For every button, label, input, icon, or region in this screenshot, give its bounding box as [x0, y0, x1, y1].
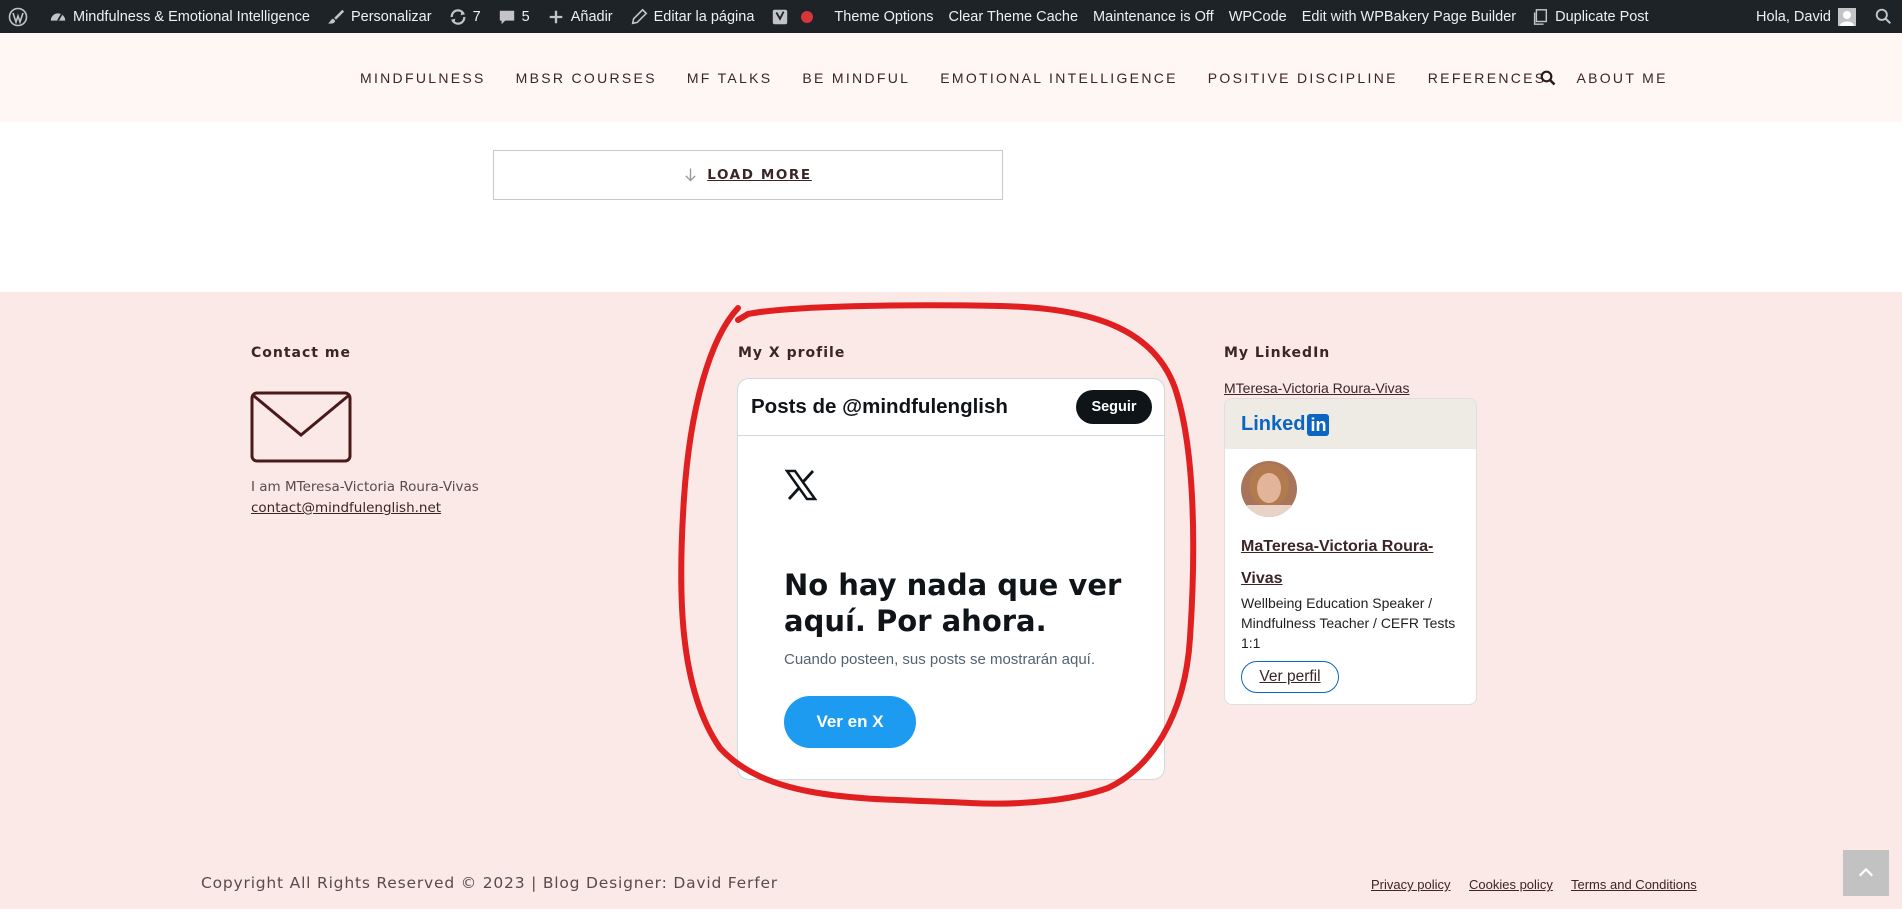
linkedin-avatar[interactable] [1241, 461, 1297, 517]
cookies-policy-link[interactable]: Cookies policy [1469, 877, 1553, 892]
duplicate-post-menu[interactable]: Duplicate Post [1523, 0, 1656, 33]
x-empty-subtitle: Cuando posteen, sus posts se mostrarán a… [784, 651, 1096, 668]
seo-menu[interactable] [761, 0, 820, 33]
linkedin-logo: Linked in [1241, 413, 1330, 436]
nav-item-about-me[interactable]: ABOUT ME [1576, 70, 1667, 86]
greeting: Hola, David [1756, 8, 1831, 25]
updates-count: 7 [472, 8, 481, 25]
view-profile-button[interactable]: Ver perfil [1241, 661, 1339, 693]
mail-icon [250, 391, 352, 463]
theme-options-label: Theme Options [834, 8, 934, 25]
nav-item-emotional-intelligence[interactable]: EMOTIONAL INTELLIGENCE [940, 70, 1178, 86]
linkedin-description: Wellbeing Education Speaker / Mindfulnes… [1241, 595, 1456, 651]
comment-icon [499, 10, 514, 24]
load-more-label: LOAD MORE [707, 167, 812, 183]
nav-item-mf-talks[interactable]: MF TALKS [687, 70, 773, 86]
nav-item-positive-discipline[interactable]: POSITIVE DISCIPLINE [1208, 70, 1398, 86]
customize-label: Personalizar [350, 8, 432, 25]
site-name-menu[interactable]: Mindfulness & Emotional Intelligence [35, 0, 317, 33]
edit-page-menu[interactable]: Editar la página [620, 0, 762, 33]
nav-search-button[interactable] [1540, 70, 1556, 90]
user-avatar-icon [1838, 7, 1856, 26]
yoast-icon [773, 9, 788, 24]
duplicate-icon [1533, 8, 1548, 25]
theme-options-menu[interactable]: Theme Options [820, 0, 940, 33]
copyright-text: Copyright All Rights Reserved © 2023 | B… [201, 874, 778, 892]
view-on-x-button[interactable]: Ver en X [784, 696, 916, 748]
arrow-up-icon [1858, 867, 1874, 877]
plus-icon [549, 10, 563, 23]
wpcode-label: WPCode [1228, 8, 1287, 25]
comments-menu[interactable]: 5 [488, 0, 537, 33]
search-icon [1540, 70, 1556, 86]
nav-item-references[interactable]: REFERENCES [1428, 70, 1547, 86]
main-navigation: MINDFULNESS MBSR COURSES MF TALKS BE MIN… [0, 33, 1902, 122]
linkedin-name-link[interactable]: MTeresa-Victoria Roura-Vivas [1224, 380, 1409, 396]
search-icon [1875, 8, 1892, 25]
terms-link[interactable]: Terms and Conditions [1571, 877, 1697, 892]
x-timeline-widget: Posts de @mindfulenglish Seguir No hay n… [737, 378, 1165, 780]
maintenance-menu[interactable]: Maintenance is Off [1085, 0, 1221, 33]
x-profile-title: My X profile [738, 345, 846, 361]
load-more-button[interactable]: LOAD MORE [493, 150, 1003, 200]
linkedin-title: My LinkedIn [1224, 345, 1331, 361]
maintenance-label: Maintenance is Off [1093, 8, 1214, 25]
wpcode-menu[interactable]: WPCode [1221, 0, 1294, 33]
linkedin-logo-text: Linked [1241, 413, 1306, 435]
nav-item-mbsr-courses[interactable]: MBSR COURSES [516, 70, 657, 86]
linkedin-in-mark: in [1307, 413, 1330, 436]
x-empty-title: No hay nada que ver aquí. Por ahora. [784, 568, 1122, 638]
admin-search-button[interactable] [1863, 0, 1902, 33]
contact-email-link[interactable]: contact@mindfulenglish.net [251, 500, 441, 516]
wp-admin-bar: Mindfulness & Emotional Intelligence Per… [0, 0, 1902, 33]
clear-cache-menu[interactable]: Clear Theme Cache [941, 0, 1086, 33]
contact-text: I am MTeresa-Victoria Roura-Vivas [251, 479, 479, 495]
x-logo-icon [785, 469, 817, 501]
pencil-icon [631, 8, 647, 24]
edit-page-label: Editar la página [653, 8, 755, 25]
x-follow-button[interactable]: Seguir [1076, 390, 1152, 424]
customize-menu[interactable]: Personalizar [317, 0, 439, 33]
x-widget-header: Posts de @mindfulenglish Seguir [738, 379, 1164, 436]
privacy-policy-link[interactable]: Privacy policy [1371, 877, 1450, 892]
arrow-down-icon [685, 168, 696, 182]
site-name: Mindfulness & Emotional Intelligence [73, 8, 310, 25]
add-new-label: Añadir [570, 8, 613, 25]
wp-logo-menu[interactable] [0, 0, 35, 33]
brush-icon [327, 9, 345, 24]
duplicate-post-label: Duplicate Post [1555, 8, 1649, 25]
linkedin-badge-header: Linked in [1225, 399, 1476, 449]
linkedin-person-name[interactable]: MaTeresa-Victoria Roura-Vivas [1241, 531, 1441, 595]
scroll-to-top-button[interactable] [1843, 850, 1889, 896]
nav-item-mindfulness[interactable]: MINDFULNESS [360, 70, 486, 86]
seo-status-dot [801, 10, 814, 23]
comments-count: 5 [521, 8, 530, 25]
dashboard-icon [50, 12, 66, 21]
new-content-menu[interactable]: Añadir [537, 0, 620, 33]
wordpress-icon [8, 7, 28, 26]
nav-menu: MINDFULNESS MBSR COURSES MF TALKS BE MIN… [360, 33, 1668, 122]
wpbakery-label: Edit with WPBakery Page Builder [1301, 8, 1517, 25]
my-account-menu[interactable]: Hola, David [1749, 0, 1863, 33]
contact-title: Contact me [251, 345, 351, 361]
updates-icon [450, 8, 465, 25]
nav-item-be-mindful[interactable]: BE MINDFUL [802, 70, 910, 86]
clear-cache-label: Clear Theme Cache [948, 8, 1079, 25]
x-widget-title[interactable]: Posts de @mindfulenglish [751, 395, 1008, 419]
wpbakery-menu[interactable]: Edit with WPBakery Page Builder [1294, 0, 1523, 33]
updates-menu[interactable]: 7 [439, 0, 488, 33]
linkedin-badge: Linked in MaTeresa-Victoria Roura-Vivas W… [1224, 398, 1477, 705]
